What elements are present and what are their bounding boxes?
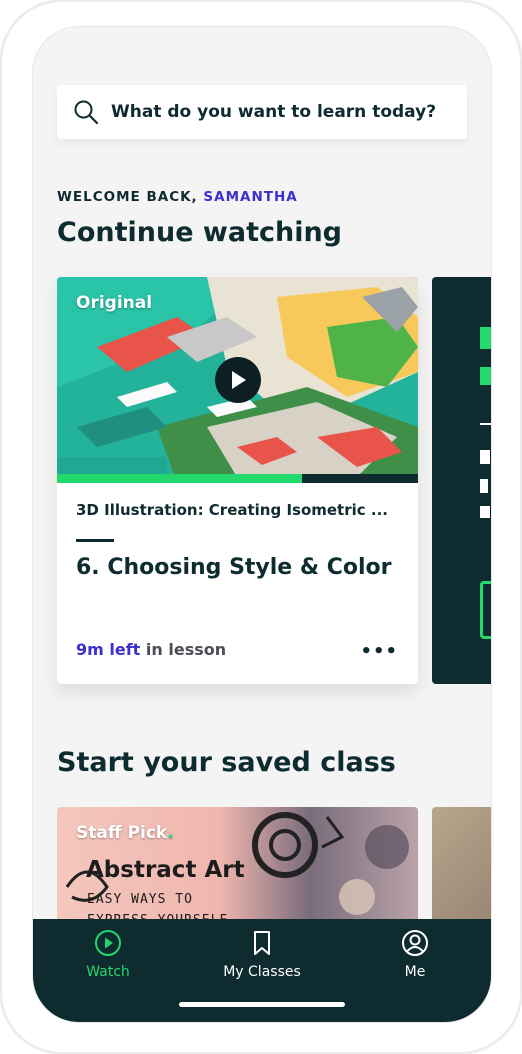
nav-label-me: Me (404, 964, 426, 980)
bottom-navigation: Watch My Classes Me (33, 919, 491, 1022)
play-icon (232, 371, 246, 389)
nav-tab-my-classes[interactable]: My Classes (202, 929, 322, 980)
home-indicator[interactable] (179, 1002, 345, 1007)
nav-tab-me[interactable]: Me (355, 929, 475, 980)
nav-label-my-classes: My Classes (223, 964, 301, 980)
phone-frame: What do you want to learn today? WELCOME… (0, 0, 522, 1054)
lesson-title: 6. Choosing Style & Color (76, 555, 392, 580)
app-screen: What do you want to learn today? WELCOME… (33, 27, 491, 1022)
time-remaining: 9m left in lesson (76, 640, 226, 659)
user-name: SAMANTHA (203, 189, 298, 205)
staff-pick-badge: Staff Pick. (76, 823, 174, 843)
saved-class-heading: Start your saved class (57, 747, 396, 778)
welcome-message: WELCOME BACK, SAMANTHA (57, 189, 298, 205)
course-title: 3D Illustration: Creating Isometric ... (76, 501, 388, 519)
search-input[interactable]: What do you want to learn today? (111, 102, 436, 122)
saved-subtitle-line-1: EASY WAYS TO (87, 892, 193, 907)
more-options-icon[interactable]: ••• (360, 641, 398, 662)
time-left-suffix: in lesson (145, 640, 227, 659)
progress-fill (57, 474, 303, 483)
play-button[interactable] (215, 357, 261, 403)
bookmark-icon (254, 931, 270, 955)
next-card-preview[interactable] (432, 277, 491, 684)
user-icon (402, 930, 428, 956)
nav-label-watch: Watch (86, 964, 130, 980)
play-circle-icon (95, 930, 121, 956)
original-badge: Original (76, 293, 153, 313)
continue-card[interactable]: Original 3D Illustration: Creating Isome… (57, 277, 418, 684)
time-left-value: 9m left (76, 640, 141, 659)
title-divider (76, 539, 114, 542)
nav-tab-watch[interactable]: Watch (48, 929, 168, 980)
saved-class-title: Abstract Art (86, 857, 245, 883)
welcome-prefix: WELCOME BACK, (57, 189, 198, 205)
search-icon (74, 100, 99, 125)
lesson-progress-bar (57, 474, 418, 483)
search-bar[interactable]: What do you want to learn today? (57, 85, 467, 139)
continue-watching-heading: Continue watching (57, 217, 343, 248)
